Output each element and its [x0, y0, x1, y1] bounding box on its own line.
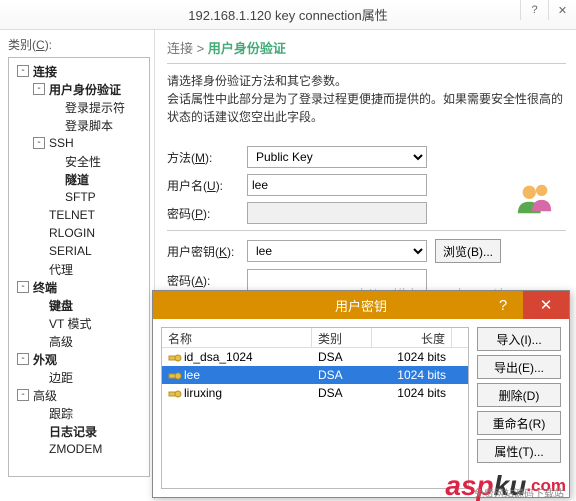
method-label: 方法(M): — [167, 149, 247, 166]
col-type[interactable]: 类别 — [312, 328, 372, 347]
col-name[interactable]: 名称 — [162, 328, 312, 347]
category-panel: 类别(C): -连接-用户身份验证登录提示符登录脚本-SSH安全性隧道SFTPT… — [0, 30, 155, 500]
tree-item[interactable]: 键盘 — [11, 296, 147, 314]
key-icon — [168, 388, 182, 400]
breadcrumb-current: 用户身份验证 — [208, 41, 286, 56]
site-logo-sub: 免费网站源码下载站 — [474, 485, 564, 500]
category-label: 类别(C): — [8, 36, 150, 53]
users-icon — [516, 180, 554, 216]
breadcrumb: 连接 > 用户身份验证 — [167, 38, 566, 57]
dialog-title: 用户密钥 — [335, 296, 387, 315]
dialog-close-button[interactable]: ✕ — [523, 291, 569, 319]
tree-label: 高级 — [33, 387, 57, 404]
tree-item[interactable]: 登录提示符 — [11, 98, 147, 116]
titlebar: 192.168.1.120 key connection属性 ? ✕ — [0, 0, 576, 30]
import-button[interactable]: 导入(I)... — [477, 327, 561, 351]
expand-icon[interactable]: - — [17, 353, 29, 365]
tree-label: 登录脚本 — [65, 117, 113, 134]
tree-label: 高级 — [49, 333, 73, 350]
tree-label: 外观 — [33, 351, 57, 368]
tree-item[interactable]: -终端 — [11, 278, 147, 296]
tree-label: 代理 — [49, 261, 73, 278]
tree-label: SSH — [49, 136, 74, 150]
expand-icon[interactable]: - — [33, 83, 45, 95]
username-label: 用户名(U): — [167, 177, 247, 194]
tree-label: 用户身份验证 — [49, 81, 121, 98]
tree-item[interactable]: SFTP — [11, 188, 147, 206]
col-length[interactable]: 长度 — [372, 328, 452, 347]
tree-item[interactable]: 边距 — [11, 368, 147, 386]
tree-item[interactable]: 安全性 — [11, 152, 147, 170]
tree-item[interactable]: 日志记录 — [11, 422, 147, 440]
delete-button[interactable]: 删除(D) — [477, 383, 561, 407]
close-button[interactable]: ✕ — [548, 0, 576, 20]
tree-item[interactable]: 跟踪 — [11, 404, 147, 422]
tree-item[interactable]: 隧道 — [11, 170, 147, 188]
divider — [167, 230, 566, 231]
tree-item[interactable]: 代理 — [11, 260, 147, 278]
tree-item[interactable]: -外观 — [11, 350, 147, 368]
expand-icon[interactable]: - — [17, 389, 29, 401]
properties-button[interactable]: 属性(T)... — [477, 439, 561, 463]
dialog-button-column: 导入(I)... 导出(E)... 删除(D) 重命名(R) 属性(T)... — [477, 327, 561, 489]
password-input — [247, 202, 427, 224]
tree-item[interactable]: -用户身份验证 — [11, 80, 147, 98]
list-item[interactable]: id_dsa_1024DSA1024 bits — [162, 348, 468, 366]
tree-item[interactable]: -连接 — [11, 62, 147, 80]
tree-item[interactable]: RLOGIN — [11, 224, 147, 242]
tree-label: SERIAL — [49, 244, 92, 258]
tree-item[interactable]: -高级 — [11, 386, 147, 404]
help-button[interactable]: ? — [520, 0, 548, 20]
tree-label: 边距 — [49, 369, 73, 386]
list-item[interactable]: leeDSA1024 bits — [162, 366, 468, 384]
browse-button[interactable]: 浏览(B)... — [435, 239, 501, 263]
tree-label: 连接 — [33, 63, 57, 80]
tree-label: 隧道 — [65, 171, 89, 188]
dialog-help-button[interactable]: ? — [483, 291, 523, 319]
breadcrumb-parent: 连接 — [167, 41, 193, 56]
tree-item[interactable]: TELNET — [11, 206, 147, 224]
key-list[interactable]: 名称 类别 长度 id_dsa_1024DSA1024 bitsleeDSA10… — [161, 327, 469, 489]
tree-label: 日志记录 — [49, 423, 97, 440]
tree-label: TELNET — [49, 208, 95, 222]
export-button[interactable]: 导出(E)... — [477, 355, 561, 379]
key-icon — [168, 352, 182, 364]
username-input[interactable] — [247, 174, 427, 196]
divider — [167, 63, 566, 64]
tree-item[interactable]: 高级 — [11, 332, 147, 350]
tree-label: 终端 — [33, 279, 57, 296]
keypass-input[interactable] — [247, 269, 427, 291]
tree-label: 安全性 — [65, 153, 101, 170]
tree-item[interactable]: SERIAL — [11, 242, 147, 260]
list-item[interactable]: liruxingDSA1024 bits — [162, 384, 468, 402]
tree-item[interactable]: -SSH — [11, 134, 147, 152]
window-buttons: ? ✕ — [520, 0, 576, 20]
method-select[interactable]: Public Key — [247, 146, 427, 168]
tree-label: RLOGIN — [49, 226, 95, 240]
list-header: 名称 类别 长度 — [162, 328, 468, 348]
tree-item[interactable]: ZMODEM — [11, 440, 147, 458]
tree-label: ZMODEM — [49, 442, 102, 456]
rename-button[interactable]: 重命名(R) — [477, 411, 561, 435]
tree-label: 跟踪 — [49, 405, 73, 422]
userkey-dialog: 用户密钥 ? ✕ 名称 类别 长度 id_dsa_1024DSA1024 bit… — [152, 290, 570, 498]
keypass-label: 密码(A): — [167, 272, 247, 289]
tree-item[interactable]: 登录脚本 — [11, 116, 147, 134]
description: 请选择身份验证方法和其它参数。 会话属性中此部分是为了登录过程更便捷而提供的。如… — [167, 72, 566, 126]
tree-label: 键盘 — [49, 297, 73, 314]
password-label: 密码(P): — [167, 205, 247, 222]
category-tree[interactable]: -连接-用户身份验证登录提示符登录脚本-SSH安全性隧道SFTPTELNETRL… — [8, 57, 150, 477]
tree-label: SFTP — [65, 190, 96, 204]
userkey-select[interactable]: lee — [247, 240, 427, 262]
dialog-titlebar: 用户密钥 ? ✕ — [153, 291, 569, 319]
expand-icon[interactable]: - — [17, 281, 29, 293]
tree-item[interactable]: VT 模式 — [11, 314, 147, 332]
userkey-label: 用户密钥(K): — [167, 243, 247, 260]
expand-icon[interactable]: - — [17, 65, 29, 77]
tree-label: 登录提示符 — [65, 99, 125, 116]
window-title: 192.168.1.120 key connection属性 — [188, 5, 387, 24]
expand-icon[interactable]: - — [33, 137, 45, 149]
tree-label: VT 模式 — [49, 315, 91, 332]
key-icon — [168, 370, 182, 382]
